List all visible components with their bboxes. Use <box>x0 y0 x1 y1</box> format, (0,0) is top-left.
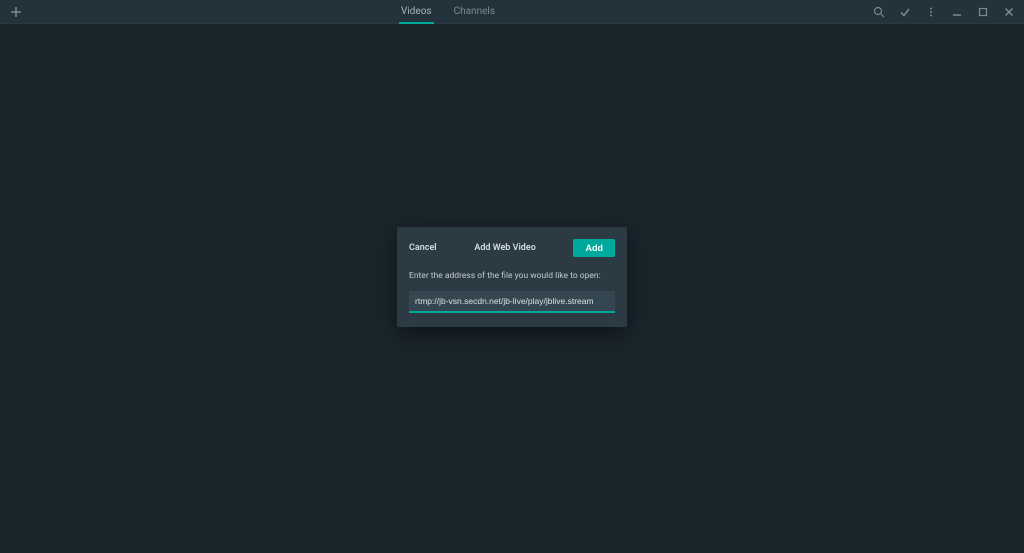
topbar-tabs: Videos Channels <box>24 0 872 23</box>
add-web-video-dialog: Cancel Add Web Video Add Enter the addre… <box>397 227 627 327</box>
close-icon[interactable] <box>1002 5 1016 19</box>
cancel-button[interactable]: Cancel <box>409 243 437 253</box>
search-icon[interactable] <box>872 5 886 19</box>
url-input[interactable] <box>409 291 615 313</box>
topbar-actions <box>872 5 1016 19</box>
add-icon[interactable] <box>8 4 24 20</box>
tab-videos[interactable]: Videos <box>399 0 434 24</box>
dialog-prompt: Enter the address of the file you would … <box>409 271 615 281</box>
tab-channels[interactable]: Channels <box>452 0 497 24</box>
topbar-left <box>8 4 24 20</box>
check-icon[interactable] <box>898 5 912 19</box>
dialog-header: Cancel Add Web Video Add <box>409 239 615 257</box>
minimize-icon[interactable] <box>950 5 964 19</box>
add-button[interactable]: Add <box>573 239 615 257</box>
more-icon[interactable] <box>924 5 938 19</box>
maximize-icon[interactable] <box>976 5 990 19</box>
topbar: Videos Channels <box>0 0 1024 24</box>
dialog-title: Add Web Video <box>474 243 535 253</box>
